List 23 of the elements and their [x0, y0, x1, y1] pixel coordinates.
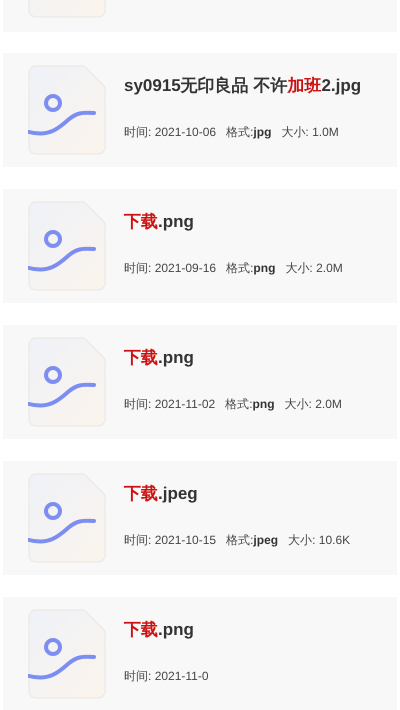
file-title: 下载.png	[124, 347, 195, 370]
file-date: 时间: 2021-09-16	[124, 260, 216, 277]
file-size: 大小: 2.0M	[284, 396, 342, 413]
file-size: 大小: 2.0M	[285, 260, 343, 277]
file-card[interactable]: 下载.png 时间: 2021-11-02 格式:png 大小: 2.0M	[3, 325, 397, 439]
file-format: 格式:jpg	[226, 124, 272, 141]
file-date: 时间: 2021-11-0	[124, 668, 209, 685]
file-card[interactable]: 下载.jpeg 时间: 2021-10-15 格式:jpeg 大小: 10.6K	[3, 461, 397, 575]
file-title: 下载.png	[124, 211, 195, 234]
file-format: 格式:png	[225, 396, 275, 413]
file-card[interactable]: 下载.png 时间: 2021-11-0	[3, 597, 397, 710]
file-format: 格式:jpeg	[226, 532, 278, 549]
file-card[interactable]: 下载.png 时间: 2021-09-16 格式:png 大小: 2.0M	[3, 189, 397, 303]
file-title: sy0915无印良品 不许加班2.jpg	[124, 75, 362, 98]
file-date: 时间: 2021-11-02	[124, 396, 216, 413]
file-date: 时间: 2021-10-15	[124, 532, 216, 549]
file-size: 大小: 10.6K	[288, 532, 350, 549]
file-date: 时间: 2021-10-06	[124, 124, 216, 141]
file-card[interactable]: sy0915无印良品 不许加班2.jpg 时间: 2021-10-06 格式:jpg 大小: 1.0M	[3, 53, 397, 167]
file-title: 下载.png	[124, 619, 195, 642]
file-title: 下载.jpeg	[124, 483, 199, 506]
file-format: 格式:png	[226, 260, 276, 277]
file-size: 大小: 1.0M	[281, 124, 339, 141]
